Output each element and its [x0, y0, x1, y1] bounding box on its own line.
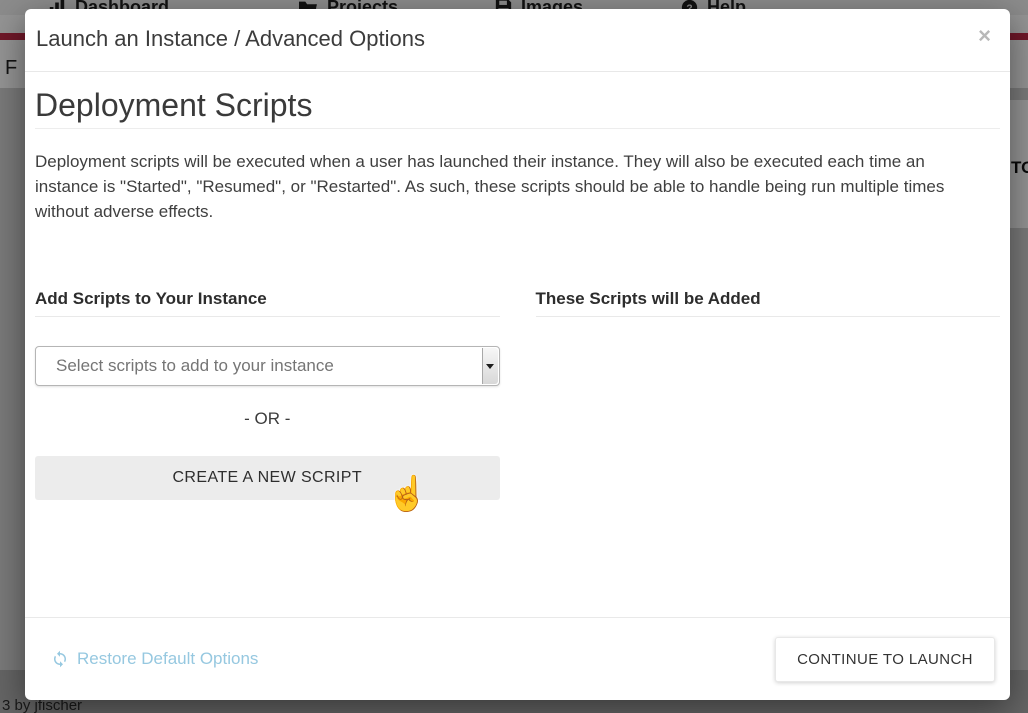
deployment-scripts-description: Deployment scripts will be executed when…: [35, 149, 983, 224]
create-new-script-button[interactable]: CREATE A NEW SCRIPT: [35, 456, 500, 500]
modal-title: Launch an Instance / Advanced Options: [36, 26, 425, 52]
added-scripts-heading: These Scripts will be Added: [536, 290, 1001, 317]
added-scripts-column: These Scripts will be Added: [536, 290, 1001, 500]
scripts-select[interactable]: Select scripts to add to your instance: [35, 346, 500, 386]
add-scripts-heading: Add Scripts to Your Instance: [35, 290, 500, 317]
restore-link-label: Restore Default Options: [77, 649, 258, 669]
or-divider: - OR -: [35, 409, 500, 429]
modal-body: Deployment Scripts Deployment scripts wi…: [25, 72, 1010, 617]
screen: Dashboard Projects Images ?: [0, 0, 1028, 713]
restore-default-options-link[interactable]: Restore Default Options: [51, 649, 258, 669]
sync-icon: [51, 650, 69, 668]
close-icon[interactable]: ×: [974, 26, 995, 46]
modal-footer: Restore Default Options CONTINUE TO LAUN…: [25, 617, 1010, 700]
add-scripts-column: Add Scripts to Your Instance Select scri…: [35, 290, 500, 500]
continue-to-launch-button[interactable]: CONTINUE TO LAUNCH: [775, 637, 995, 682]
scripts-select-value: Select scripts to add to your instance: [56, 356, 334, 376]
scripts-columns: Add Scripts to Your Instance Select scri…: [35, 290, 1000, 500]
deployment-scripts-heading: Deployment Scripts: [35, 88, 1000, 129]
launch-instance-advanced-options-modal: Launch an Instance / Advanced Options × …: [25, 9, 1010, 700]
modal-header: Launch an Instance / Advanced Options ×: [25, 9, 1010, 72]
dropdown-arrow-icon[interactable]: [482, 348, 498, 384]
